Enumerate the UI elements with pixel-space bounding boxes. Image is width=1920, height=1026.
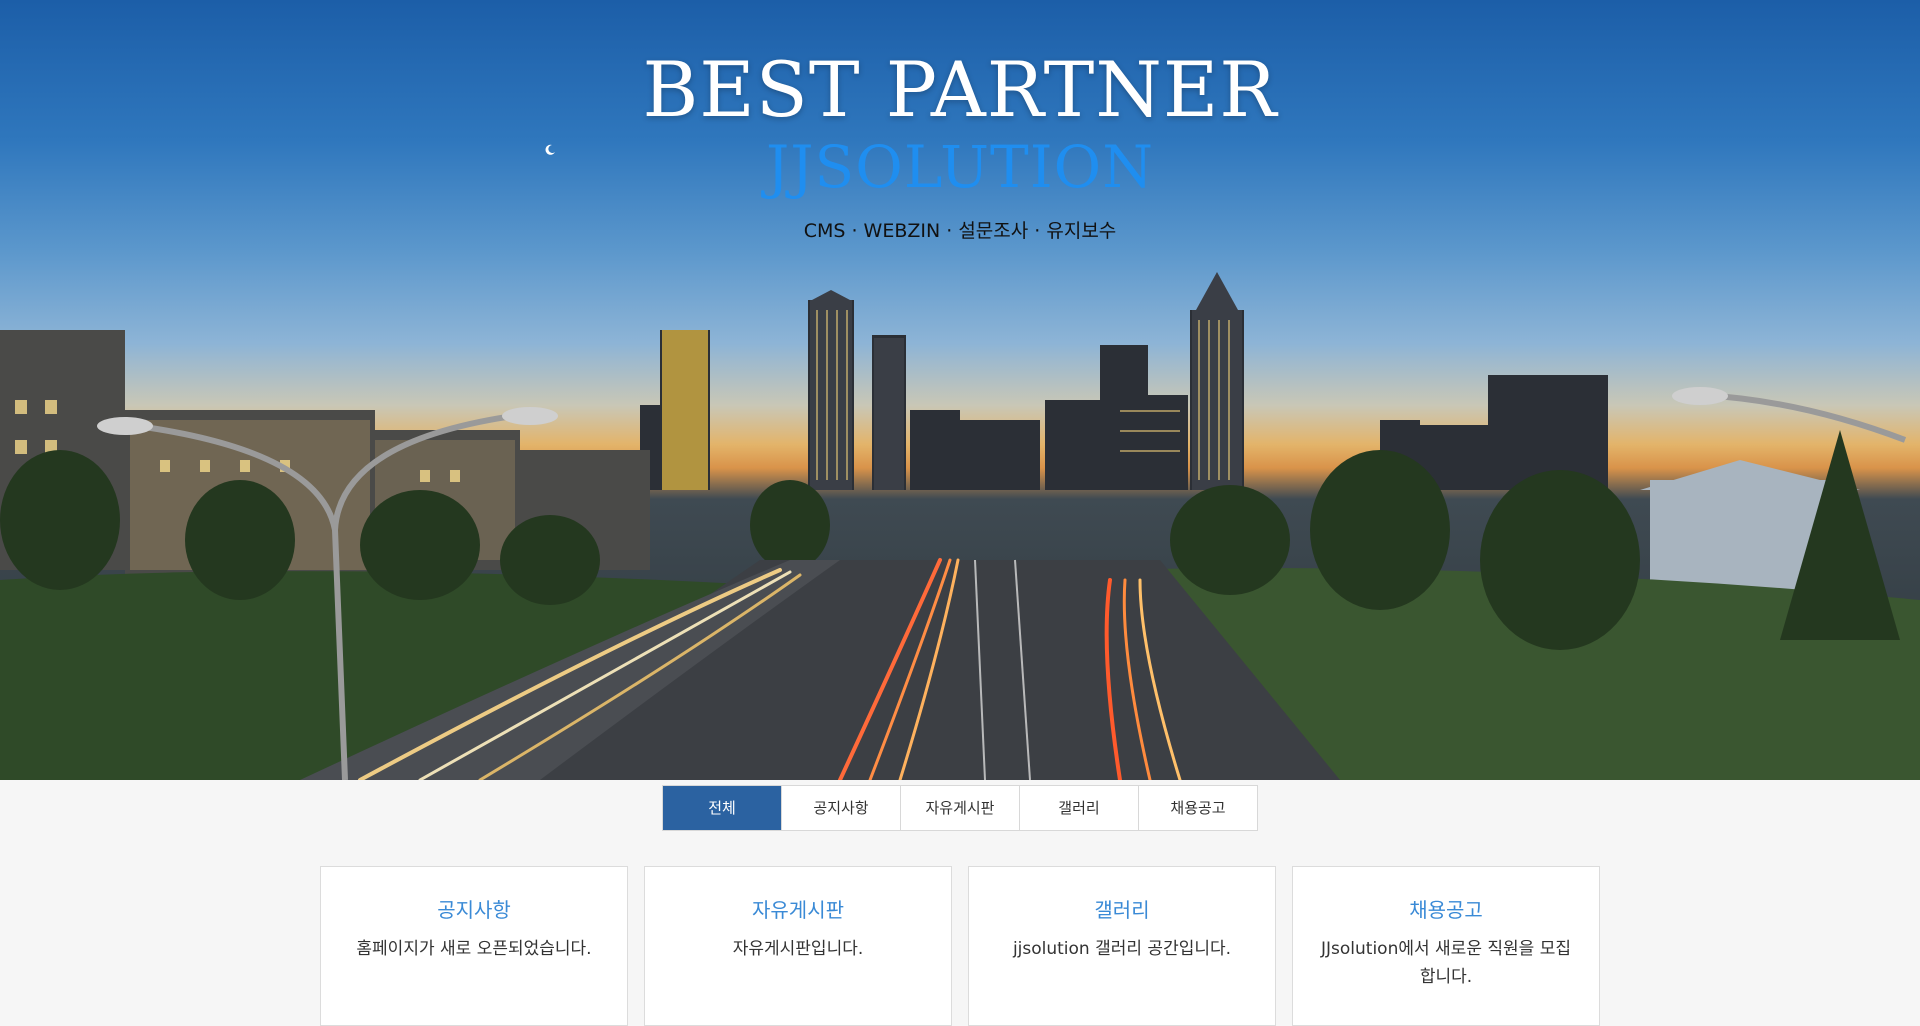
card-title: 갤러리 [1094,898,1150,922]
tab-recruit[interactable]: 채용공고 [1139,786,1257,830]
card-gallery[interactable]: 갤러리 jjsolution 갤러리 공간입니다. [968,866,1276,1026]
tab-notice[interactable]: 공지사항 [782,786,901,830]
hero-banner: BEST PARTNER JJSOLUTION CMS · WEBZIN · 설… [0,0,1920,780]
card-title: 채용공고 [1409,898,1483,922]
tab-all[interactable]: 전체 [663,786,782,830]
hero-title: BEST PARTNER [642,45,1278,134]
hero-subtitle: CMS · WEBZIN · 설문조사 · 유지보수 [803,220,1117,242]
card-title: 공지사항 [437,898,511,922]
card-recruit[interactable]: 채용공고 JJsolution에서 새로운 직원을 모집합니다. [1292,866,1600,1026]
card-description: 홈페이지가 새로 오픈되었습니다. [356,939,592,959]
tab-gallery[interactable]: 갤러리 [1020,786,1139,830]
card-description: jjsolution 갤러리 공간입니다. [1012,939,1232,959]
tab-free-board[interactable]: 자유게시판 [901,786,1020,830]
board-tabs: 전체 공지사항 자유게시판 갤러리 채용공고 [662,785,1258,831]
card-title: 자유게시판 [752,898,844,922]
card-free-board[interactable]: 자유게시판 자유게시판입니다. [644,866,952,1026]
hero-brand: JJSOLUTION [766,133,1154,201]
board-cards: 공지사항 홈페이지가 새로 오픈되었습니다. 자유게시판 자유게시판입니다. 갤… [320,866,1600,1026]
card-description: 자유게시판입니다. [732,939,864,959]
card-description: JJsolution에서 새로운 직원을 모집합니다. [1321,939,1571,987]
card-notice[interactable]: 공지사항 홈페이지가 새로 오픈되었습니다. [320,866,628,1026]
